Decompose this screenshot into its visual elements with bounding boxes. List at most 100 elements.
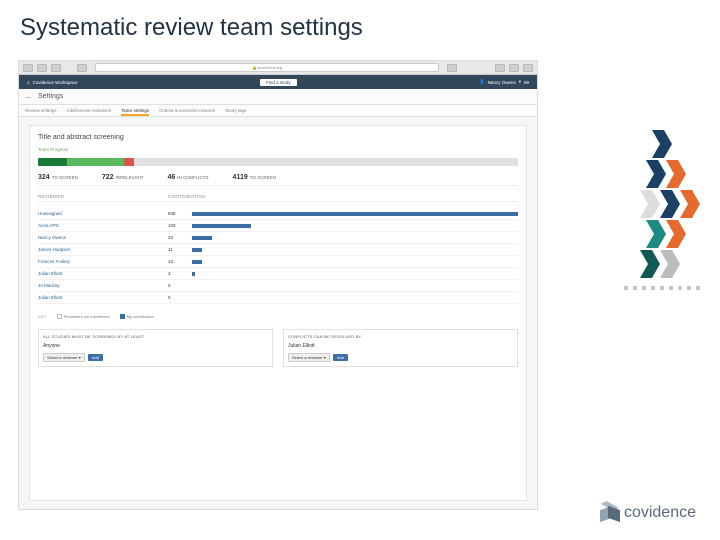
progress-seg-conflict: [124, 158, 134, 166]
col-reviewer: REVIEWER: [38, 194, 168, 199]
tab-team-settings[interactable]: Team settings: [121, 108, 149, 116]
contribution-bar: [192, 284, 518, 288]
reviewer-name[interactable]: Jo Mackay: [38, 283, 168, 288]
refresh-icon[interactable]: [447, 64, 457, 72]
policy-left-value: Anyone: [43, 342, 268, 350]
progress-bar: [38, 158, 518, 166]
count-3-label: TO SCREEN: [250, 175, 276, 180]
policy-left-title: ALL STUDIES MUST BE SCREENED BY AT LEAST: [43, 334, 268, 339]
col-contribution: CONTRIBUTION: [168, 194, 518, 199]
reviewer-name[interactable]: James Hodgson: [38, 247, 168, 252]
reviewer-count: 945: [168, 211, 192, 216]
policy-right-value: Julian Elliott: [288, 342, 513, 350]
download-icon[interactable]: [495, 64, 505, 72]
screening-panel: Title and abstract screening Team Progre…: [29, 125, 527, 501]
contribution-bar: [192, 236, 518, 240]
reviewer-count: 0: [168, 283, 192, 288]
count-1-label: IRRELEVANT: [116, 175, 144, 180]
table-row: Julian Elliott3: [38, 268, 518, 280]
contribution-bar: [192, 296, 518, 300]
table-row: Jo Mackay0: [38, 280, 518, 292]
reviewer-count: 13: [168, 259, 192, 264]
user-name[interactable]: Nancy Owens: [488, 80, 516, 85]
table-row: Unassigned945: [38, 208, 518, 220]
contribution-bar: [192, 260, 518, 264]
contribution-bar: [192, 212, 518, 216]
tab-add-remove[interactable]: Add/remove reviewers: [67, 108, 112, 113]
brand-text: covidence: [624, 504, 696, 522]
shield-icon: [77, 64, 87, 72]
browser-reader-button[interactable]: [51, 64, 61, 72]
footer-brand: covidence: [600, 504, 696, 522]
app-body: Title and abstract screening Team Progre…: [19, 117, 537, 509]
progress-seg-included: [38, 158, 67, 166]
user-icon: 👤: [479, 79, 485, 85]
search-pill[interactable]: Find a study: [260, 79, 297, 86]
table-row: Julian Elliott0: [38, 292, 518, 304]
legend-item-1: Reviewers not transferred: [64, 314, 110, 319]
reviewer-table: Unassigned945Anna APD100Nancy Owens33Jam…: [38, 208, 518, 304]
workspace-name[interactable]: Covidence Workspace: [33, 80, 78, 85]
reviewer-name[interactable]: Anna APD: [38, 223, 168, 228]
policy-right-select[interactable]: Select a reviewer ▾: [288, 353, 330, 362]
progress-seg-screened: [67, 158, 125, 166]
progress-label: Team Progress: [38, 147, 518, 152]
browser-forward-button[interactable]: [37, 64, 47, 72]
reviewer-count: 100: [168, 223, 192, 228]
reviewer-count: 3: [168, 271, 192, 276]
policy-right-title: CONFLICTS CAN BE RESOLVED BY: [288, 334, 513, 339]
tab-review-settings[interactable]: Review settings: [25, 108, 57, 113]
reviewer-count: 11: [168, 247, 192, 252]
policy-screened-by: ALL STUDIES MUST BE SCREENED BY AT LEAST…: [38, 329, 273, 367]
legend-item-2: My contribution: [127, 314, 154, 319]
back-button[interactable]: ←: [25, 92, 33, 101]
reviewer-count: 0: [168, 295, 192, 300]
counts-row: 324TO SCREEN 722IRRELEVANT 46IN CONFLICT…: [38, 172, 518, 186]
hamburger-icon[interactable]: ≡: [27, 80, 30, 85]
share-icon[interactable]: [509, 64, 519, 72]
table-row: Frances Foskey13: [38, 256, 518, 268]
tab-study-tags[interactable]: Study tags: [225, 108, 246, 113]
table-head: REVIEWER CONTRIBUTION: [38, 192, 518, 202]
policy-left-add-button[interactable]: Add: [88, 354, 103, 361]
count-2-label: IN CONFLICTS: [177, 175, 208, 180]
notification-count[interactable]: 69: [524, 80, 529, 85]
policies: ALL STUDIES MUST BE SCREENED BY AT LEAST…: [38, 329, 518, 367]
reviewer-name[interactable]: Frances Foskey: [38, 259, 168, 264]
settings-header: ← Settings: [19, 89, 537, 105]
settings-tabs: Review settings Add/remove reviewers Tea…: [19, 105, 537, 117]
panel-title: Title and abstract screening: [38, 134, 518, 141]
tab-criteria[interactable]: Criteria & exclusion reasons: [159, 108, 215, 113]
decorative-chevrons: [652, 130, 700, 278]
count-0-num: 324: [38, 174, 50, 181]
legend-caption: KEY:: [38, 314, 47, 319]
reviewer-name[interactable]: Julian Elliott: [38, 295, 168, 300]
reviewer-name[interactable]: Nancy Owens: [38, 235, 168, 240]
tabs-icon[interactable]: [523, 64, 533, 72]
policy-right-add-button[interactable]: Add: [333, 354, 348, 361]
slide-title: Systematic review team settings: [0, 0, 720, 52]
progress-seg-remaining: [134, 158, 518, 166]
count-0-label: TO SCREEN: [52, 175, 78, 180]
table-row: Nancy Owens33: [38, 232, 518, 244]
cube-icon: [600, 504, 618, 522]
url-bar[interactable]: 🔒 covidence.org: [95, 63, 439, 72]
contribution-bar: [192, 272, 518, 276]
count-2-num: 46: [167, 174, 175, 181]
policy-left-select[interactable]: Select a reviewer ▾: [43, 353, 85, 362]
page-title: Settings: [38, 93, 63, 100]
decorative-dots: [624, 286, 700, 290]
policy-conflicts: CONFLICTS CAN BE RESOLVED BY Julian Elli…: [283, 329, 518, 367]
app-screenshot: 🔒 covidence.org ≡ Covidence Workspace Fi…: [18, 60, 538, 510]
table-row: James Hodgson11: [38, 244, 518, 256]
contribution-bar: [192, 224, 518, 228]
table-row: Anna APD100: [38, 220, 518, 232]
legend: KEY: Reviewers not transferred My contri…: [38, 310, 518, 319]
url-text: covidence.org: [257, 65, 282, 70]
browser-chrome: 🔒 covidence.org: [19, 61, 537, 75]
reviewer-name[interactable]: Unassigned: [38, 211, 168, 216]
reviewer-count: 33: [168, 235, 192, 240]
reviewer-name[interactable]: Julian Elliott: [38, 271, 168, 276]
count-3-num: 4119: [233, 174, 248, 181]
browser-back-button[interactable]: [23, 64, 33, 72]
